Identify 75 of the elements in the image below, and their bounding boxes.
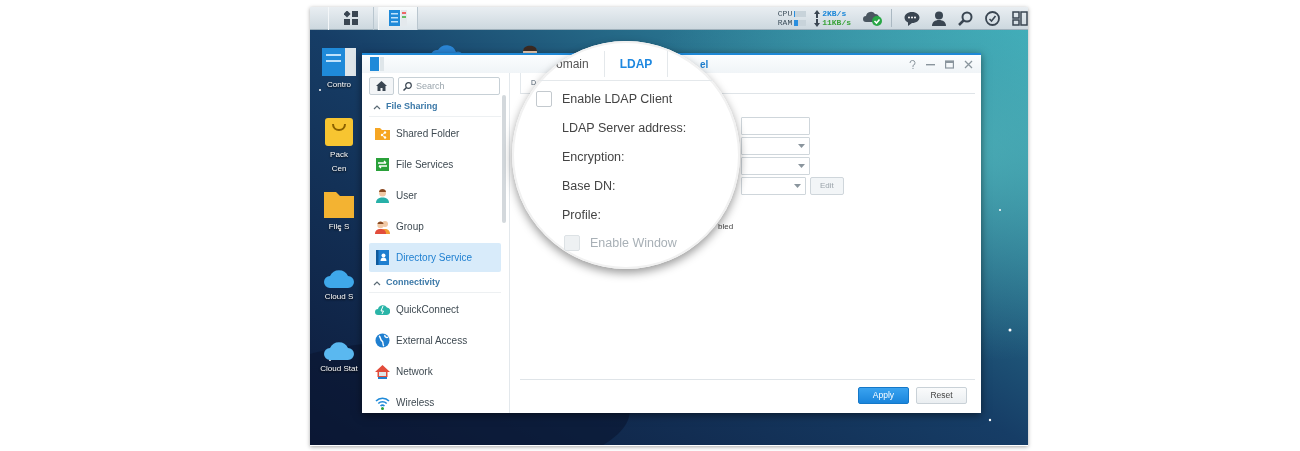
meter-label: RAM <box>777 18 793 27</box>
sidebar-item[interactable]: User <box>369 181 501 210</box>
globe-icon <box>375 333 390 348</box>
field-label: Profile: <box>562 207 602 224</box>
sidebar-item[interactable]: Shared Folder <box>369 119 501 148</box>
meter-label: CPU <box>777 9 793 18</box>
close-icon <box>964 59 973 69</box>
folder-icon <box>324 192 354 218</box>
panel-icon <box>322 48 356 76</box>
desktop-icon-label: Cloud S <box>324 292 354 302</box>
maximize-icon <box>945 59 954 69</box>
search-icon <box>958 10 973 26</box>
tab[interactable]: LDAP <box>604 51 669 77</box>
checkbox[interactable] <box>536 91 552 107</box>
cloud-icon <box>375 302 390 317</box>
dropdown-field[interactable] <box>741 157 810 175</box>
gauge-icon <box>985 10 1000 26</box>
section-header[interactable]: File Sharing <box>369 97 501 117</box>
dropdown-field[interactable] <box>741 177 806 195</box>
upload-arrow-icon <box>814 9 821 18</box>
folder-icon <box>375 126 390 141</box>
section-header[interactable]: Connectivity <box>369 273 501 293</box>
input-field[interactable] <box>741 117 810 135</box>
house-icon <box>375 364 390 379</box>
arrows-tile-icon <box>375 157 390 172</box>
download-speed: 11KB/s <box>822 18 851 27</box>
desktop-icon-label: Cloud Stat <box>320 364 358 374</box>
cloud-icon <box>324 268 354 288</box>
status-text: bled <box>718 221 734 233</box>
scrollbar-thumb[interactable] <box>502 95 506 223</box>
desktop-icon-label: Cen <box>331 164 347 174</box>
taskbar-app-button[interactable] <box>328 6 374 30</box>
sidebar-item[interactable]: External Access <box>369 326 501 355</box>
widgets-icon <box>1012 10 1028 26</box>
desktop-icon-label: Contro <box>327 80 351 90</box>
sidebar-item[interactable]: Network <box>369 357 501 386</box>
cloud-icon <box>324 340 354 360</box>
panel-icon <box>370 57 384 71</box>
home-icon <box>376 81 387 91</box>
tab[interactable]: el <box>700 56 709 72</box>
reset-button[interactable]: Reset <box>916 387 967 404</box>
desktop-icon-label: File S <box>328 222 350 232</box>
field-label: Base DN: <box>562 178 617 195</box>
dropdown-caret-icon <box>794 184 801 188</box>
chat-icon <box>904 10 920 26</box>
panel-icon <box>389 10 407 26</box>
dropdown-caret-icon <box>798 144 805 148</box>
checkbox-label: Enable LDAP Client <box>562 90 673 108</box>
download-arrow-icon <box>814 18 821 27</box>
bag-icon <box>325 118 353 146</box>
sidebar-item[interactable]: Wireless <box>369 388 501 417</box>
desktop-icon-label: Pack <box>330 150 348 160</box>
user-icon <box>375 188 390 203</box>
tab[interactable]: omain <box>542 51 605 77</box>
field-label: Encryption: <box>562 149 626 166</box>
checkbox-label: Enable Window <box>590 234 677 252</box>
chevron-icon <box>373 103 381 110</box>
sidebar-item[interactable]: Directory Service <box>369 243 501 272</box>
grid-icon <box>344 11 358 25</box>
upload-speed: 2KB/s <box>822 9 847 18</box>
home-button[interactable] <box>369 77 394 95</box>
chevron-icon <box>373 279 381 286</box>
wifi-icon <box>375 395 390 410</box>
group-icon <box>375 219 390 234</box>
sidebar-item[interactable]: Group <box>369 212 501 241</box>
cloud-check-icon <box>863 10 883 26</box>
help-icon <box>909 59 916 69</box>
contact-book-icon <box>375 250 390 265</box>
search-field[interactable]: Search <box>398 77 500 95</box>
dropdown-field[interactable] <box>741 137 810 155</box>
sidebar-item[interactable]: File Services <box>369 150 501 179</box>
dropdown-caret-icon <box>798 164 805 168</box>
user-icon <box>932 10 946 26</box>
field-label: LDAP Server address: <box>562 120 688 137</box>
sidebar-item[interactable]: QuickConnect <box>369 295 501 324</box>
